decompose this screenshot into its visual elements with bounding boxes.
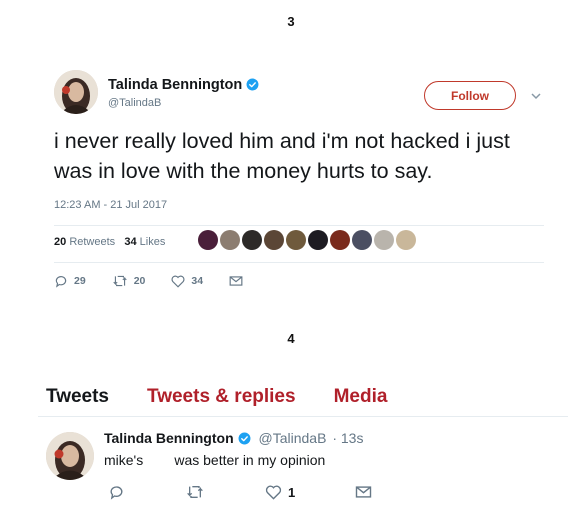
heart-icon: [171, 275, 185, 288]
retweet-button[interactable]: 20: [112, 274, 146, 288]
display-name-text: Talinda Bennington: [108, 77, 243, 93]
liker-avatar[interactable]: [264, 230, 284, 250]
liker-avatar[interactable]: [220, 230, 240, 250]
envelope-icon: [229, 276, 243, 286]
tweet-card: Talinda Bennington @TalindaB Follow i ne…: [48, 60, 554, 302]
heart-icon: [265, 485, 282, 500]
tab-media[interactable]: Media: [334, 386, 388, 408]
tweet-time[interactable]: · 13s: [332, 430, 363, 446]
liker-avatar[interactable]: [242, 230, 262, 250]
message-button[interactable]: [229, 275, 243, 287]
liker-avatar[interactable]: [374, 230, 394, 250]
retweets-stat[interactable]: 20 Retweets: [54, 236, 115, 248]
follow-button[interactable]: Follow: [424, 81, 516, 110]
handle[interactable]: @TalindaB: [259, 430, 327, 446]
tweet-actions: 29 20 34: [54, 274, 269, 288]
verified-badge-icon: [246, 78, 259, 91]
likes-stat[interactable]: 34 Likes: [124, 236, 165, 248]
liker-avatar[interactable]: [396, 230, 416, 250]
like-button[interactable]: 34: [171, 275, 203, 288]
divider: [54, 262, 544, 263]
profile-timeline: Tweets Tweets & replies Media Talinda Be…: [38, 370, 568, 522]
verified-badge-icon: [238, 432, 251, 445]
liker-avatar[interactable]: [308, 230, 328, 250]
tweet-text: i never really loved him and i'm not hac…: [54, 129, 510, 183]
liker-avatar[interactable]: [330, 230, 350, 250]
envelope-icon: [356, 486, 372, 498]
handle[interactable]: @TalindaB: [108, 97, 161, 109]
tab-tweets-replies[interactable]: Tweets & replies: [147, 386, 296, 408]
display-name[interactable]: Talinda Bennington: [108, 77, 259, 93]
timestamp[interactable]: 12:23 AM - 21 Jul 2017: [54, 199, 167, 211]
liker-avatar[interactable]: [352, 230, 372, 250]
engagement-stats: 20 Retweets 34 Likes: [54, 236, 165, 248]
liker-avatar[interactable]: [198, 230, 218, 250]
divider: [54, 225, 544, 226]
like-count: 1: [288, 484, 296, 500]
retweet-icon: [112, 275, 127, 287]
tab-tweets[interactable]: Tweets: [46, 386, 109, 408]
tweet-actions: 1: [108, 484, 432, 500]
liker-avatars: [198, 230, 418, 250]
profile-tabs: Tweets Tweets & replies Media: [46, 386, 425, 408]
reply-button[interactable]: 29: [54, 274, 86, 288]
avatar[interactable]: [46, 432, 94, 480]
tweet-text: mike's was better in my opinion: [104, 452, 326, 468]
retweet-count: 20: [133, 275, 146, 287]
retweet-icon: [187, 486, 203, 498]
display-name[interactable]: Talinda Bennington: [104, 430, 234, 446]
like-button[interactable]: 1: [265, 485, 295, 500]
like-count: 34: [191, 275, 204, 287]
message-button[interactable]: [355, 485, 372, 499]
tweet-header: Talinda Bennington @TalindaB · 13s: [104, 430, 363, 446]
retweet-button[interactable]: [185, 484, 205, 500]
section-number-3: 3: [287, 14, 295, 29]
section-number-4: 4: [287, 331, 295, 346]
reply-button[interactable]: [108, 484, 125, 500]
liker-avatar[interactable]: [286, 230, 306, 250]
reply-icon: [110, 486, 123, 500]
reply-icon: [55, 276, 67, 288]
divider: [38, 416, 568, 417]
avatar[interactable]: [54, 70, 98, 114]
chevron-down-icon[interactable]: [530, 90, 542, 102]
reply-count: 29: [74, 275, 86, 287]
